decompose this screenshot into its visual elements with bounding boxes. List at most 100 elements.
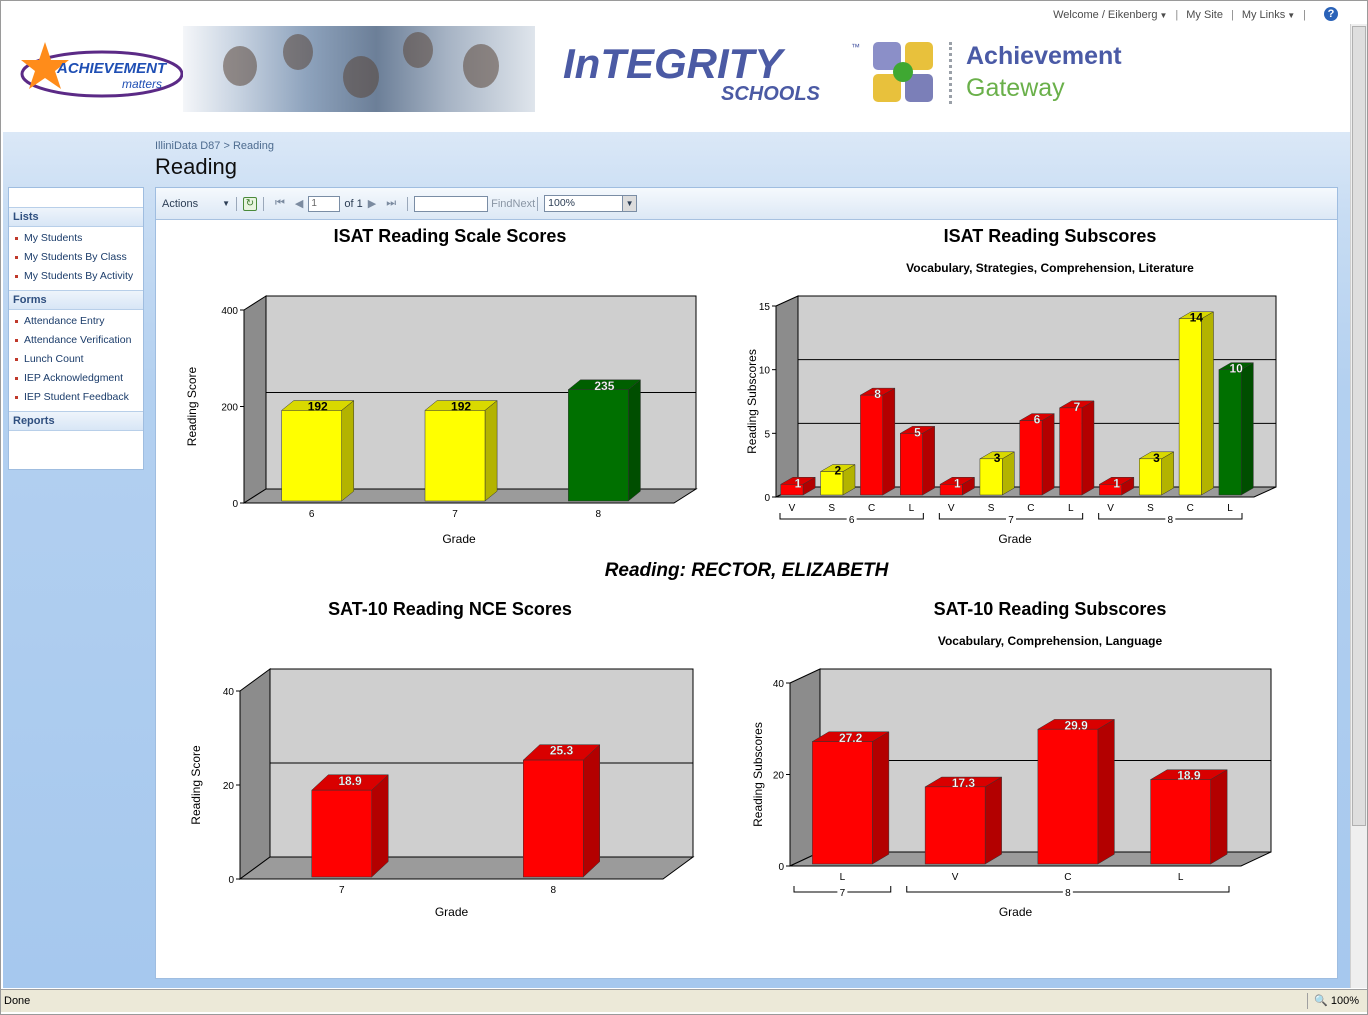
x-axis-label: Grade — [435, 905, 469, 919]
nav-item-iep-acknowledgment[interactable]: IEP Acknowledgment — [9, 369, 143, 388]
x-tick-label: L — [1068, 503, 1074, 514]
welcome-menu[interactable]: Welcome / Eikenberg ▼ — [1053, 9, 1167, 21]
zoom-icon: 🔍 — [1314, 995, 1328, 1007]
x-tick-label: V — [948, 503, 955, 514]
y-tick-label: 40 — [773, 679, 785, 690]
x-tick-label: L — [1227, 503, 1233, 514]
logo-text-tm: ™ — [851, 42, 860, 52]
nav-item-iep-student-feedback[interactable]: IEP Student Feedback — [9, 388, 143, 407]
bar-side — [1097, 718, 1115, 865]
data-label: 18.9 — [338, 774, 362, 788]
chart-4: SAT-10 Reading Subscores Vocabulary, Comp… — [751, 599, 1272, 919]
quick-launch-nav: Lists My Students My Students By Class M… — [8, 187, 144, 470]
nav-heading-reports[interactable]: Reports — [9, 411, 143, 431]
help-icon[interactable]: ? — [1324, 7, 1338, 21]
x-tick-label: 7 — [452, 509, 458, 520]
nav-heading-lists[interactable]: Lists — [9, 207, 143, 227]
data-label: 1 — [954, 476, 961, 490]
bar — [1037, 728, 1099, 865]
group-label: 7 — [1008, 515, 1014, 526]
site-banner: ACHIEVEMENT matters InTEGRITY ™ SCHOOLS … — [3, 26, 1351, 112]
bar-side — [882, 387, 896, 496]
bar — [1150, 779, 1211, 865]
nav-item-my-students-by-activity[interactable]: My Students By Activity — [9, 267, 143, 286]
bar — [1059, 407, 1083, 496]
x-tick-label: L — [1178, 872, 1184, 883]
y-tick-label: 200 — [221, 403, 238, 414]
chart-side-wall — [239, 668, 271, 880]
data-label: 1 — [1113, 476, 1120, 490]
logo-text-achievement: ACHIEVEMENT — [56, 60, 168, 77]
breadcrumb[interactable]: IlliniData D87 > Reading — [155, 140, 274, 152]
y-axis-label: Reading Score — [189, 745, 203, 825]
data-label: 14 — [1190, 311, 1204, 325]
data-label: 1 — [795, 476, 802, 490]
logo-text-schools: SCHOOLS — [721, 83, 821, 105]
status-text: Done — [4, 995, 31, 1007]
bar-side — [628, 379, 641, 502]
logo-text-matters: matters — [122, 77, 162, 91]
x-tick-label: L — [909, 503, 915, 514]
data-label: 18.9 — [1177, 769, 1201, 783]
vertical-scrollbar[interactable] — [1350, 24, 1367, 988]
nav-item-attendance-entry[interactable]: Attendance Entry — [9, 312, 143, 331]
nav-heading-forms[interactable]: Forms — [9, 290, 143, 310]
gateway-title-line1: Achievement — [966, 42, 1122, 70]
data-label: 8 — [874, 387, 881, 401]
x-tick-label: V — [952, 872, 959, 883]
chart-subtitle: Vocabulary, Comprehension, Language — [938, 634, 1163, 648]
bar-side — [341, 400, 355, 502]
nav-item-my-students[interactable]: My Students — [9, 229, 143, 248]
nav-item-lunch-count[interactable]: Lunch Count — [9, 350, 143, 369]
y-tick-label: 0 — [228, 875, 234, 886]
status-zoom[interactable]: 🔍 100% — [1307, 993, 1359, 1009]
y-tick-label: 40 — [223, 687, 235, 698]
nav-item-my-students-by-class[interactable]: My Students By Class — [9, 248, 143, 267]
chart-title: SAT-10 Reading Subscores — [934, 599, 1167, 619]
data-label: 192 — [451, 400, 471, 414]
gateway-title-line2: Gateway — [966, 74, 1065, 102]
y-axis-label: Reading Subscores — [751, 722, 765, 827]
y-tick-label: 0 — [232, 499, 238, 510]
x-axis-label: Grade — [442, 532, 476, 546]
status-bar: Done 🔍 100% — [1, 989, 1367, 1012]
x-tick-label: 8 — [596, 509, 602, 520]
data-label: 27.2 — [839, 731, 863, 745]
bar-side — [371, 774, 389, 878]
x-tick-label: L — [840, 872, 846, 883]
chart-title: ISAT Reading Scale Scores — [334, 226, 567, 246]
chart-subtitle: Vocabulary, Strategies, Comprehension, L… — [906, 261, 1194, 275]
data-label: 235 — [594, 379, 614, 393]
logo-text-integrity: InTEGRITY — [563, 40, 786, 87]
data-label: 25.3 — [550, 744, 574, 758]
report-viewer: Actions▼ ↻ ⏮ ◀ of 1 ▶ ⏭ FindNext 100%▼ R… — [155, 187, 1338, 979]
bar-side — [1081, 400, 1095, 496]
x-tick-label: V — [1107, 503, 1114, 514]
data-label: 3 — [994, 451, 1001, 465]
bar-side — [922, 425, 935, 496]
y-tick-label: 20 — [223, 781, 235, 792]
bar — [812, 741, 873, 865]
data-label: 192 — [308, 400, 328, 414]
bar-side — [1210, 769, 1228, 865]
x-axis-label: Grade — [998, 532, 1032, 546]
chart-2: ISAT Reading Subscores Vocabulary, Strate… — [745, 226, 1277, 546]
bar-side — [1001, 451, 1015, 496]
data-label: 6 — [1034, 413, 1041, 427]
page-title: Reading — [155, 154, 237, 179]
chart-title: ISAT Reading Subscores — [944, 226, 1157, 246]
y-axis-label: Reading Score — [185, 366, 199, 446]
x-tick-label: C — [1064, 872, 1071, 883]
x-tick-label: S — [1147, 503, 1154, 514]
x-tick-label: V — [789, 503, 796, 514]
bar — [860, 394, 883, 496]
x-tick-label: 7 — [339, 885, 345, 896]
scrollbar-thumb[interactable] — [1352, 26, 1366, 826]
my-site-link[interactable]: My Site — [1186, 9, 1223, 21]
bar-side — [984, 776, 1002, 865]
bar-side — [872, 731, 890, 865]
my-links-menu[interactable]: My Links ▼ — [1242, 9, 1295, 21]
top-links-bar: Welcome / Eikenberg ▼ | My Site | My Link… — [1053, 6, 1340, 24]
nav-item-attendance-verification[interactable]: Attendance Verification — [9, 331, 143, 350]
bar-side — [1161, 451, 1174, 496]
